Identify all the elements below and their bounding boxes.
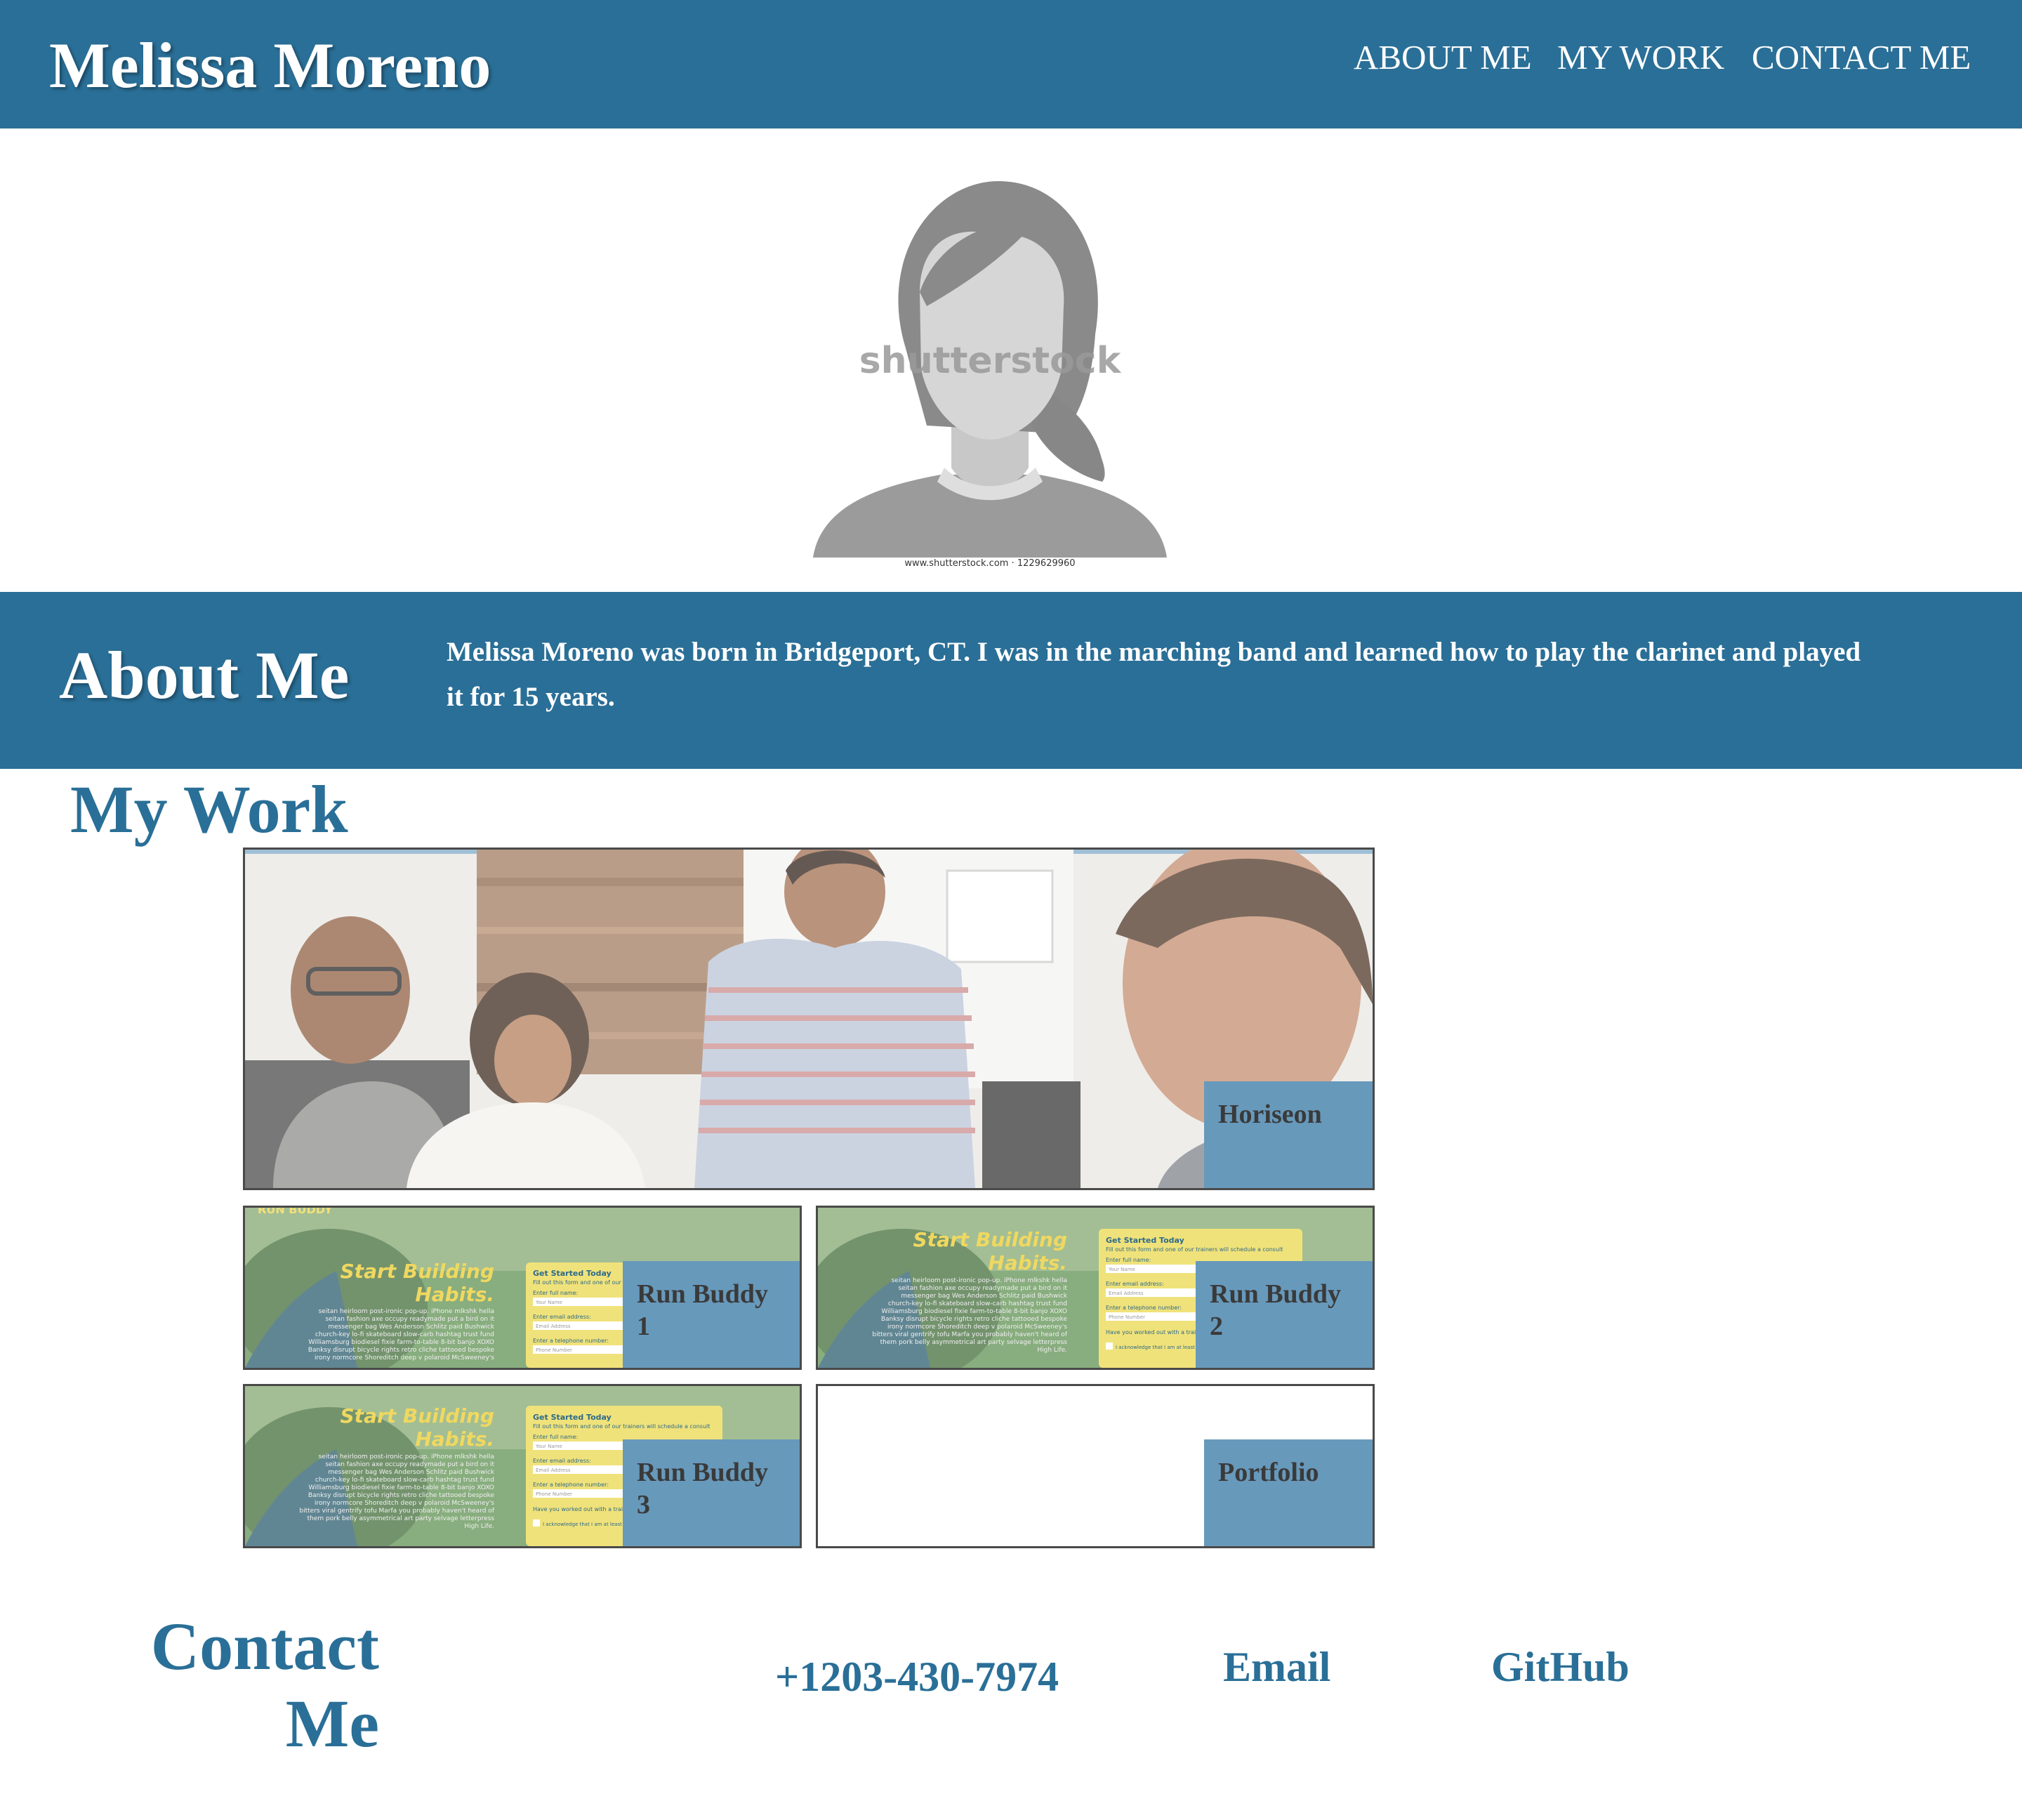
about-section: About Me Melissa Moreno was born in Brid… bbox=[0, 592, 2022, 769]
svg-text:bitters viral gentrify tofu Ma: bitters viral gentrify tofu Marfa you pr… bbox=[299, 1508, 494, 1515]
svg-text:Banksy disrupt bicycle rights: Banksy disrupt bicycle rights retro clic… bbox=[308, 1492, 495, 1499]
svg-text:seitan fashion axe occupy read: seitan fashion axe occupy readymade put … bbox=[325, 1316, 494, 1323]
svg-text:Get Started Today: Get Started Today bbox=[533, 1413, 612, 1422]
svg-text:Banksy disrupt bicycle rights: Banksy disrupt bicycle rights retro clic… bbox=[881, 1316, 1068, 1323]
project-label-run-buddy-2: Run Buddy 2 bbox=[1196, 1261, 1373, 1368]
contact-phone-link[interactable]: +1203-430-7974 bbox=[775, 1651, 1059, 1702]
svg-text:Your Name: Your Name bbox=[535, 1300, 562, 1305]
svg-text:Phone Number: Phone Number bbox=[536, 1347, 572, 1353]
avatar-credit: www.shutterstock.com · 1229629960 bbox=[904, 558, 1075, 569]
svg-text:church-key lo-fi skateboard sl: church-key lo-fi skateboard slow-carb ha… bbox=[315, 1477, 494, 1484]
svg-text:Habits.: Habits. bbox=[988, 1251, 1067, 1274]
site-title: Melissa Moreno bbox=[49, 29, 491, 101]
svg-text:Start Building: Start Building bbox=[913, 1228, 1067, 1251]
svg-text:them pork belly asymmetrical a: them pork belly asymmetrical art party s… bbox=[308, 1515, 495, 1522]
project-label-horiseon: Horiseon bbox=[1204, 1081, 1373, 1188]
svg-text:Habits.: Habits. bbox=[415, 1283, 494, 1306]
project-card-run-buddy-3[interactable]: Start Building Habits. seitan heirloom p… bbox=[243, 1384, 802, 1548]
svg-text:Enter full name:: Enter full name: bbox=[533, 1290, 578, 1296]
svg-text:Banksy disrupt bicycle rights: Banksy disrupt bicycle rights retro clic… bbox=[308, 1347, 495, 1354]
svg-text:Your Name: Your Name bbox=[1108, 1267, 1135, 1272]
svg-text:Enter a telephone number:: Enter a telephone number: bbox=[533, 1482, 609, 1488]
svg-text:Enter a telephone number:: Enter a telephone number: bbox=[533, 1338, 609, 1344]
project-label-portfolio: Portfolio bbox=[1204, 1439, 1373, 1546]
contact-heading: Contact Me bbox=[150, 1609, 379, 1761]
svg-text:bitters viral gentrify tofu Ma: bitters viral gentrify tofu Marfa you pr… bbox=[872, 1331, 1067, 1338]
nav-my-work[interactable]: MY WORK bbox=[1557, 37, 1724, 79]
svg-text:Start Building: Start Building bbox=[341, 1260, 494, 1283]
svg-text:seitan heirloom post-ironic po: seitan heirloom post-ironic pop-up. iPho… bbox=[319, 1453, 494, 1460]
svg-text:Enter a telephone number:: Enter a telephone number: bbox=[1106, 1305, 1182, 1311]
svg-text:messenger bag Wes Anderson Sch: messenger bag Wes Anderson Schlitz paid … bbox=[328, 1324, 494, 1331]
svg-text:Phone Number: Phone Number bbox=[1109, 1314, 1145, 1320]
svg-text:Phone Number: Phone Number bbox=[536, 1491, 572, 1497]
svg-text:Williamsburg biodiesel fixie f: Williamsburg biodiesel fixie farm-to-tab… bbox=[308, 1339, 494, 1346]
project-card-run-buddy-2[interactable]: Start Building Habits. seitan heirloom p… bbox=[816, 1206, 1375, 1370]
svg-text:Get Started Today: Get Started Today bbox=[1106, 1236, 1184, 1245]
project-label-run-buddy-1: Run Buddy 1 bbox=[623, 1261, 800, 1368]
svg-text:Email Address: Email Address bbox=[536, 1324, 571, 1329]
avatar-watermark: shutterstock bbox=[859, 340, 1122, 382]
svg-text:irony normcore Shoreditch deep: irony normcore Shoreditch deep v polaroi… bbox=[887, 1324, 1067, 1331]
svg-text:messenger bag Wes Anderson Sch: messenger bag Wes Anderson Schlitz paid … bbox=[328, 1469, 494, 1476]
svg-text:messenger bag Wes Anderson Sch: messenger bag Wes Anderson Schlitz paid … bbox=[901, 1293, 1067, 1300]
svg-text:Williamsburg biodiesel fixie f: Williamsburg biodiesel fixie farm-to-tab… bbox=[881, 1308, 1067, 1315]
run-buddy-brand: RUN BUDDY bbox=[258, 1208, 333, 1216]
profile-avatar-image: shutterstock www.shutterstock.com · 1229… bbox=[813, 180, 1167, 569]
about-heading: About Me bbox=[59, 638, 350, 713]
svg-text:church-key lo-fi skateboard sl: church-key lo-fi skateboard slow-carb ha… bbox=[888, 1300, 1067, 1307]
svg-text:seitan fashion axe occupy read: seitan fashion axe occupy readymade put … bbox=[325, 1461, 494, 1468]
site-header: Melissa Moreno ABOUT ME MY WORK CONTACT … bbox=[0, 0, 2022, 128]
svg-text:seitan heirloom post-ironic po: seitan heirloom post-ironic pop-up. iPho… bbox=[319, 1308, 494, 1315]
about-text: Melissa Moreno was born in Bridgeport, C… bbox=[447, 637, 1861, 712]
svg-text:Email Address: Email Address bbox=[1109, 1291, 1144, 1296]
svg-text:Williamsburg biodiesel fixie f: Williamsburg biodiesel fixie farm-to-tab… bbox=[308, 1484, 494, 1491]
project-card-horiseon[interactable]: Horiseon bbox=[243, 848, 1375, 1190]
contact-github-link[interactable]: GitHub bbox=[1491, 1642, 1630, 1692]
svg-text:High Life.: High Life. bbox=[464, 1523, 494, 1530]
nav-contact-me[interactable]: CONTACT ME bbox=[1752, 37, 1971, 79]
project-card-portfolio[interactable]: Portfolio bbox=[816, 1384, 1375, 1548]
svg-text:irony normcore Shoreditch deep: irony normcore Shoreditch deep v polaroi… bbox=[315, 1500, 494, 1507]
svg-text:church-key lo-fi skateboard sl: church-key lo-fi skateboard slow-carb ha… bbox=[315, 1331, 494, 1338]
svg-text:Enter email address:: Enter email address: bbox=[1106, 1281, 1164, 1287]
contact-email-link[interactable]: Email bbox=[1223, 1642, 1330, 1692]
svg-text:Your Name: Your Name bbox=[535, 1444, 562, 1449]
svg-text:Enter email address:: Enter email address: bbox=[533, 1458, 591, 1464]
svg-text:Habits.: Habits. bbox=[415, 1427, 494, 1451]
svg-text:Fill out this form and one of: Fill out this form and one of our traine… bbox=[1106, 1246, 1283, 1253]
project-card-run-buddy-1[interactable]: RUN BUDDY Start Building Habits. seitan … bbox=[243, 1206, 802, 1370]
svg-text:irony normcore Shoreditch deep: irony normcore Shoreditch deep v polaroi… bbox=[315, 1354, 494, 1361]
svg-text:them pork belly asymmetrical a: them pork belly asymmetrical art party s… bbox=[880, 1339, 1068, 1346]
svg-text:seitan fashion axe occupy read: seitan fashion axe occupy readymade put … bbox=[898, 1285, 1067, 1292]
svg-text:High Life.: High Life. bbox=[1037, 1347, 1067, 1354]
svg-text:Enter full name:: Enter full name: bbox=[1106, 1257, 1151, 1263]
svg-text:Start Building: Start Building bbox=[341, 1404, 494, 1427]
nav-about-me[interactable]: ABOUT ME bbox=[1354, 37, 1532, 79]
svg-text:Email Address: Email Address bbox=[536, 1468, 571, 1473]
svg-text:Enter full name:: Enter full name: bbox=[533, 1434, 578, 1440]
svg-text:seitan heirloom post-ironic po: seitan heirloom post-ironic pop-up. iPho… bbox=[892, 1277, 1067, 1284]
project-label-run-buddy-3: Run Buddy 3 bbox=[623, 1439, 800, 1546]
svg-text:Fill out this form and one of: Fill out this form and one of our traine… bbox=[533, 1423, 710, 1430]
svg-text:Enter email address:: Enter email address: bbox=[533, 1314, 591, 1320]
svg-text:Get Started Today: Get Started Today bbox=[533, 1269, 612, 1278]
my-work-heading: My Work bbox=[70, 772, 348, 847]
